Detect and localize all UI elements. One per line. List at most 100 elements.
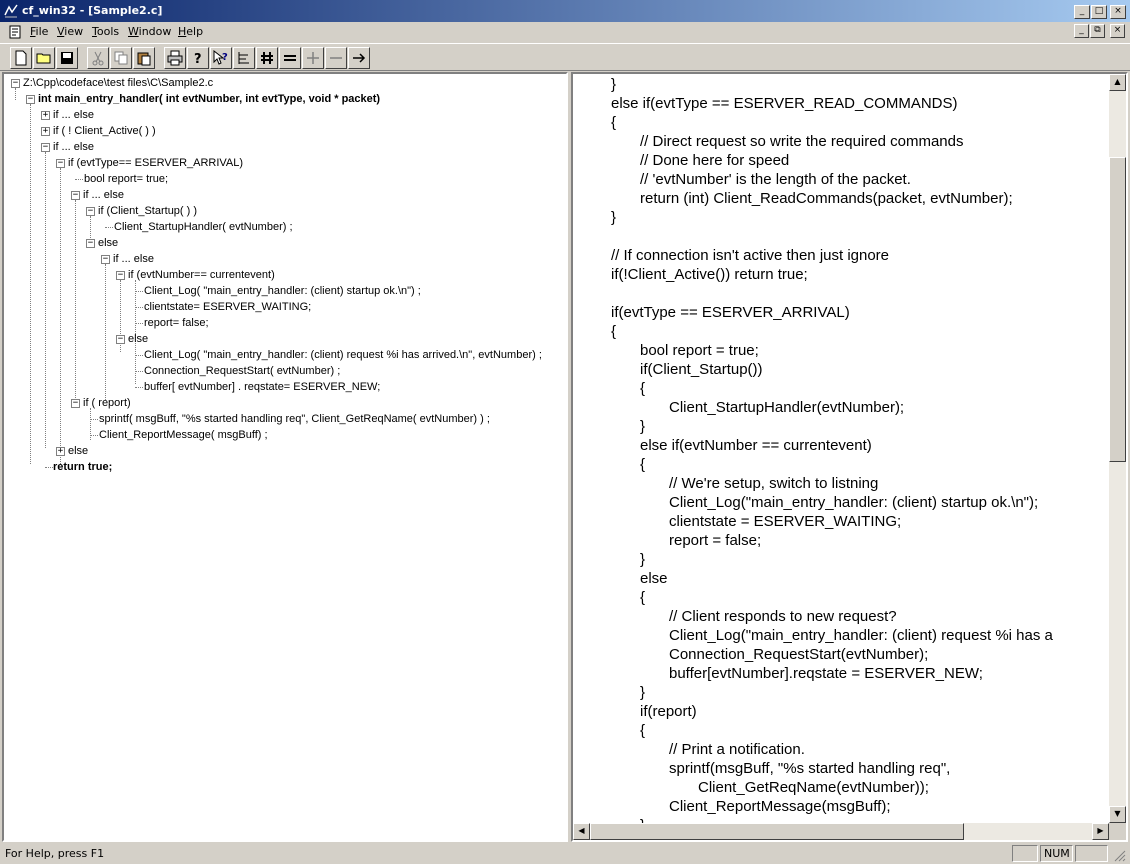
code-line: report = false; (669, 532, 762, 549)
menu-window[interactable]: Window (128, 25, 171, 38)
maximize-button[interactable]: □ (1091, 5, 1107, 19)
code-view[interactable]: } else if(evtType == ESERVER_READ_COMMAN… (571, 72, 1128, 842)
paste-button[interactable] (133, 47, 155, 69)
resize-grip-icon[interactable] (1112, 848, 1126, 862)
tree-collapse-toggle[interactable]: − (71, 191, 80, 200)
tree-item[interactable]: return true; (53, 459, 112, 475)
minimize-button[interactable]: _ (1074, 5, 1090, 19)
tree-collapse-toggle[interactable]: − (11, 79, 20, 88)
tree-item[interactable]: report= false; (144, 315, 209, 331)
equals-button[interactable] (279, 47, 301, 69)
open-button[interactable] (33, 47, 55, 69)
tree-connector (75, 179, 83, 180)
code-line: if(Client_Startup()) (640, 361, 763, 378)
tree-connector (135, 355, 143, 356)
new-file-button[interactable] (10, 47, 32, 69)
status-bar: For Help, press F1 NUM (0, 843, 1130, 864)
plus-icon (307, 52, 319, 64)
vertical-scrollbar[interactable]: ▲ ▼ (1109, 74, 1126, 823)
tree-collapse-toggle[interactable]: − (101, 255, 110, 264)
tree-item[interactable]: if ... else (53, 139, 94, 155)
tree-item[interactable]: sprintf( msgBuff, "%s started handling r… (99, 411, 490, 427)
cut-button[interactable] (87, 47, 109, 69)
tree-connector (30, 104, 31, 464)
scroll-down-button[interactable]: ▼ (1109, 806, 1126, 823)
code-line: else if(evtType == ESERVER_READ_COMMANDS… (611, 95, 958, 112)
code-line: } (640, 551, 646, 568)
tree-connector (15, 88, 16, 100)
tree-collapse-toggle[interactable]: − (71, 399, 80, 408)
tree-expand-toggle[interactable]: + (41, 127, 50, 136)
scroll-up-button[interactable]: ▲ (1109, 74, 1126, 91)
tree-item[interactable]: else (68, 443, 88, 459)
mdi-close-button[interactable]: × (1110, 24, 1125, 38)
tree-item[interactable]: if ( report) (83, 395, 131, 411)
tree-item[interactable]: if ... else (53, 107, 94, 123)
tree-item[interactable]: else (128, 331, 148, 347)
tree-icon (238, 52, 249, 64)
menu-tools[interactable]: Tools (92, 25, 119, 38)
mdi-minimize-button[interactable]: _ (1074, 24, 1089, 38)
code-line: // Direct request so write the required … (640, 133, 964, 150)
tree-item[interactable]: if ( ! Client_Active( ) ) (53, 123, 156, 139)
code-line: clientstate = ESERVER_WAITING; (669, 513, 902, 530)
code-line: sprintf(msgBuff, "%s started handling re… (669, 760, 951, 777)
tree-item[interactable]: if (evtType== ESERVER_ARRIVAL) (68, 155, 243, 171)
code-line: } (640, 418, 646, 435)
vertical-scroll-thumb[interactable] (1109, 157, 1126, 462)
tree-item-function[interactable]: int main_entry_handler( int evtNumber, i… (38, 91, 380, 107)
tree-item[interactable]: Client_ReportMessage( msgBuff) ; (99, 427, 268, 443)
code-line: // Done here for speed (640, 152, 790, 169)
tree-item[interactable]: Client_Log( "main_entry_handler: (client… (144, 283, 421, 299)
tree-item[interactable]: if ... else (113, 251, 154, 267)
tree-collapse-toggle[interactable]: − (56, 159, 65, 168)
horizontal-scroll-thumb[interactable] (590, 823, 964, 840)
tree-item[interactable]: else (98, 235, 118, 251)
tree-collapse-toggle[interactable]: − (26, 95, 35, 104)
cut-icon (92, 51, 104, 66)
tree-item[interactable]: if (evtNumber== currentevent) (128, 267, 275, 283)
tree-item[interactable]: bool report= true; (84, 171, 168, 187)
close-button[interactable]: × (1110, 5, 1126, 19)
code-line: } (640, 684, 646, 701)
copy-button[interactable] (110, 47, 132, 69)
horizontal-scrollbar[interactable]: ◀ ▶ (573, 823, 1109, 840)
arrow-right-button[interactable] (348, 47, 370, 69)
tree-item[interactable]: if ... else (83, 187, 124, 203)
tree-collapse-toggle[interactable]: − (86, 207, 95, 216)
tree-item[interactable]: Client_StartupHandler( evtNumber) ; (114, 219, 293, 235)
tree-expand-toggle[interactable]: + (41, 111, 50, 120)
tree-item[interactable]: clientstate= ESERVER_WAITING; (144, 299, 311, 315)
scroll-left-button[interactable]: ◀ (573, 823, 590, 840)
app-icon (4, 4, 18, 18)
document-icon[interactable] (7, 24, 23, 40)
minus-button[interactable] (325, 47, 347, 69)
hash-button[interactable] (256, 47, 278, 69)
tree-item[interactable]: if (Client_Startup( ) ) (98, 203, 197, 219)
tree-expand-toggle[interactable]: + (56, 447, 65, 456)
context-help-button[interactable]: ? (210, 47, 232, 69)
menu-file[interactable]: File (30, 25, 48, 38)
tree-item[interactable]: buffer[ evtNumber] . reqstate= ESERVER_N… (144, 379, 380, 395)
open-folder-icon (36, 53, 51, 64)
mdi-restore-button[interactable]: ⧉ (1090, 24, 1105, 38)
tree-connector (135, 291, 143, 292)
tree-view[interactable]: − Z:\Cpp\codeface\test files\C\Sample2.c… (2, 72, 568, 842)
tree-button[interactable] (233, 47, 255, 69)
scroll-right-button[interactable]: ▶ (1092, 823, 1109, 840)
menu-view[interactable]: View (57, 25, 83, 38)
print-button[interactable] (164, 47, 186, 69)
tree-item[interactable]: Client_Log( "main_entry_handler: (client… (144, 347, 542, 363)
tree-collapse-toggle[interactable]: − (116, 271, 125, 280)
tree-item[interactable]: Connection_RequestStart( evtNumber) ; (144, 363, 340, 379)
title-bar[interactable]: cf_win32 - [Sample2.c] _ □ × (0, 0, 1130, 22)
tree-collapse-toggle[interactable]: − (86, 239, 95, 248)
menu-help[interactable]: Help (178, 25, 203, 38)
plus-button[interactable] (302, 47, 324, 69)
tree-collapse-toggle[interactable]: − (116, 335, 125, 344)
tree-root[interactable]: Z:\Cpp\codeface\test files\C\Sample2.c (23, 75, 213, 91)
code-line: Client_Log("main_entry_handler: (client)… (669, 494, 1039, 511)
tree-collapse-toggle[interactable]: − (41, 143, 50, 152)
save-button[interactable] (56, 47, 78, 69)
help-button[interactable]: ? (187, 47, 209, 69)
